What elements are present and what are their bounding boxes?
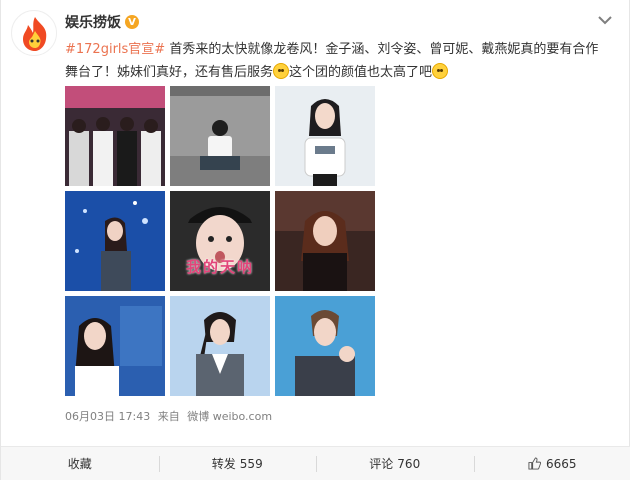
favorite-button[interactable]: 收藏 — [1, 447, 159, 480]
topic-link[interactable]: #172girls官宣# — [65, 42, 165, 57]
avatar[interactable] — [11, 10, 57, 56]
chevron-down-icon[interactable] — [597, 14, 613, 26]
photo-8[interactable] — [170, 296, 270, 396]
post-text-part2: 这个团的颜值也太高了吧 — [289, 65, 433, 80]
image-caption: 我的天呐 — [185, 258, 254, 276]
photo-7[interactable] — [65, 296, 165, 396]
repost-button[interactable]: 转发 559 — [158, 447, 317, 480]
repost-label: 转发 — [211, 457, 236, 471]
post-meta: 06月03日 17:43 来自 微博 weibo.com — [65, 408, 276, 424]
post-text: #172girls官宣# 首秀来的太快就像龙卷风！金子涵、刘令姿、曾可妮、戴燕妮… — [65, 38, 605, 84]
photo-1[interactable] — [65, 86, 165, 186]
timestamp[interactable]: 06月03日 17:43 — [65, 410, 150, 423]
like-count: 6665 — [545, 456, 577, 471]
repost-count: 559 — [239, 456, 263, 471]
laughing-emoji-icon — [432, 63, 449, 79]
author-name[interactable]: 娱乐捞饭 V — [65, 12, 139, 32]
verified-badge-icon: V — [125, 15, 139, 29]
crying-emoji-icon — [273, 63, 290, 79]
comment-count: 760 — [397, 456, 421, 471]
image-grid: 我的天呐 — [65, 86, 377, 396]
thumbs-up-icon — [528, 457, 541, 470]
favorite-label: 收藏 — [67, 457, 92, 471]
photo-9[interactable] — [275, 296, 375, 396]
author-name-text[interactable]: 娱乐捞饭 — [65, 12, 121, 32]
photo-2[interactable] — [170, 86, 270, 186]
photo-5[interactable]: 我的天呐 — [170, 191, 270, 291]
source-link[interactable]: 微博 weibo.com — [187, 410, 272, 423]
flame-logo-icon — [13, 12, 56, 55]
photo-6[interactable] — [275, 191, 375, 291]
weibo-post-card: 娱乐捞饭 V #172girls官宣# 首秀来的太快就像龙卷风！金子涵、刘令姿、… — [0, 0, 630, 480]
action-bar: 收藏 转发 559 评论 760 6665 — [1, 446, 630, 480]
photo-4[interactable] — [65, 191, 165, 291]
source-prefix: 来自 — [157, 410, 180, 423]
like-button[interactable]: 6665 — [473, 447, 630, 480]
comment-button[interactable]: 评论 760 — [316, 447, 474, 480]
photo-3[interactable] — [275, 86, 375, 186]
comment-label: 评论 — [369, 457, 394, 471]
